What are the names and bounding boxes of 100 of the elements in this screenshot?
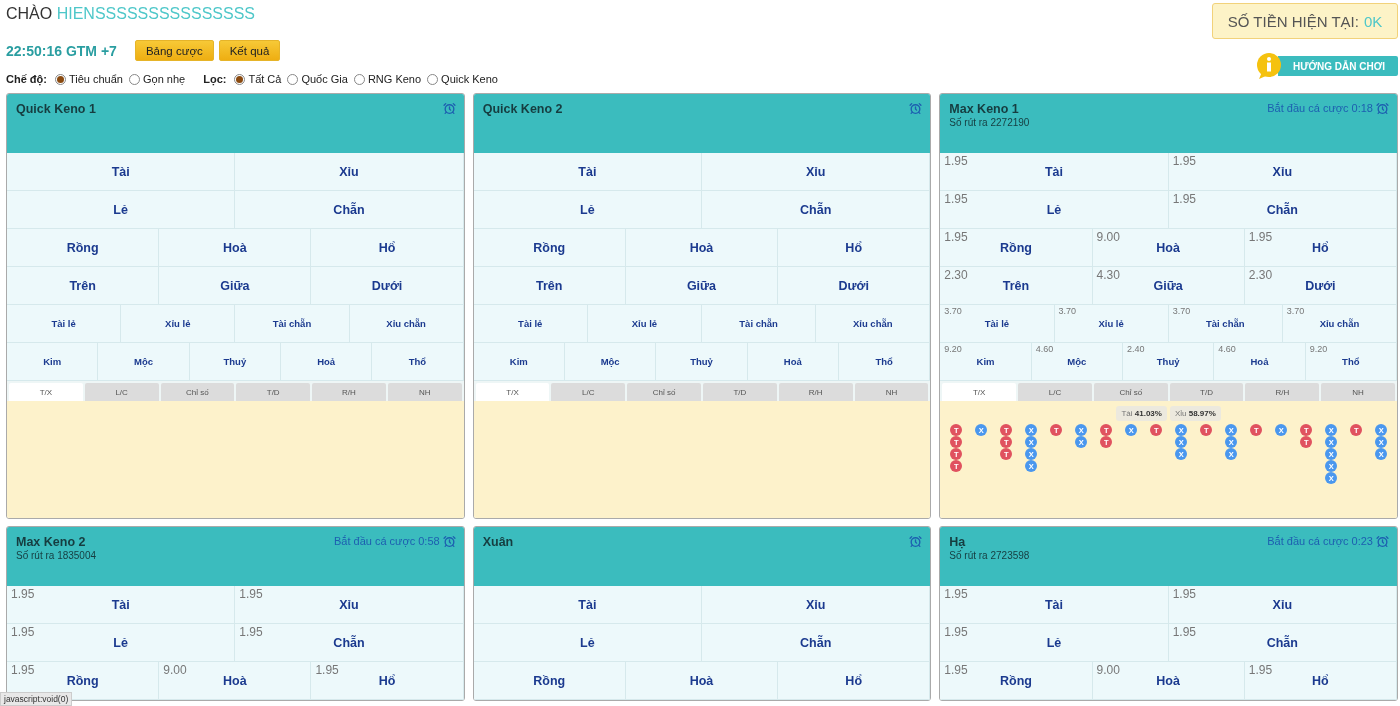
- bet-option[interactable]: 3.70 Xỉu chẵn: [1282, 305, 1397, 343]
- bet-option[interactable]: 1.95 Lẻ: [940, 624, 1169, 662]
- history-tab[interactable]: NH: [1321, 383, 1395, 401]
- bet-option[interactable]: 3.70 Tài chẵn: [1168, 305, 1283, 343]
- history-tab[interactable]: NH: [387, 383, 462, 401]
- bet-option[interactable]: 9.00 Hoà: [1092, 662, 1245, 700]
- history-tab[interactable]: Chỉ số: [627, 383, 701, 401]
- bet-option[interactable]: Kim: [7, 343, 99, 381]
- bet-option[interactable]: Hoà: [159, 229, 312, 267]
- bet-option[interactable]: Hoả: [281, 343, 373, 381]
- bet-option[interactable]: 1.95 Rồng: [940, 229, 1093, 267]
- radio-label[interactable]: Quốc Gia: [301, 73, 348, 85]
- bet-option[interactable]: Thuỷ: [656, 343, 748, 381]
- bet-option[interactable]: Chẵn: [702, 624, 931, 662]
- bet-option[interactable]: Kim: [473, 343, 565, 381]
- nav-button[interactable]: Bảng cược: [134, 40, 214, 61]
- bet-option[interactable]: Hổ: [778, 229, 931, 267]
- history-tab[interactable]: R/H: [312, 383, 386, 401]
- bet-option[interactable]: 3.70 Tài lẻ: [940, 305, 1055, 343]
- bet-option[interactable]: Hoà: [625, 662, 779, 700]
- bet-option[interactable]: 9.20 Kim: [940, 343, 1032, 381]
- bet-option[interactable]: Dưới: [778, 267, 931, 305]
- bet-option[interactable]: 4.60 Hoả: [1214, 343, 1306, 381]
- bet-option[interactable]: 1.95 Lẻ: [940, 191, 1169, 229]
- bet-option[interactable]: 1.95 Lẻ: [7, 624, 236, 662]
- radio-label[interactable]: Tất Cả: [248, 73, 282, 85]
- bet-option[interactable]: Xỉu chẵn: [816, 305, 931, 343]
- history-tab[interactable]: L/C: [551, 383, 626, 401]
- bet-option[interactable]: Xỉu chẵn: [349, 305, 464, 343]
- bet-option[interactable]: Tài chẵn: [235, 305, 350, 343]
- bet-option[interactable]: Trên: [473, 267, 626, 305]
- bet-option[interactable]: 2.40 Thuỷ: [1123, 343, 1215, 381]
- bet-option[interactable]: 1.95 Chẵn: [235, 624, 464, 662]
- radio-label[interactable]: Tiêu chuẩn: [68, 73, 123, 85]
- bet-option[interactable]: Giữa: [625, 267, 779, 305]
- radio-button[interactable]: [54, 73, 66, 85]
- bet-option[interactable]: 9.00 Hoà: [1092, 229, 1245, 267]
- bet-option[interactable]: Chẵn: [235, 191, 464, 229]
- bet-option[interactable]: 4.60 Mộc: [1031, 343, 1123, 381]
- history-tab[interactable]: T/D: [703, 383, 777, 401]
- bet-option[interactable]: Mộc: [98, 343, 190, 381]
- history-tab[interactable]: Chỉ số: [1093, 383, 1168, 401]
- bet-option[interactable]: Lẻ: [473, 624, 702, 662]
- bet-option[interactable]: Giữa: [159, 267, 312, 305]
- bet-option[interactable]: 1.95 Chẵn: [1168, 624, 1397, 662]
- radio-button[interactable]: [427, 73, 439, 85]
- radio-label[interactable]: Gọn nhẹ: [143, 73, 186, 85]
- radio-button[interactable]: [287, 73, 299, 85]
- bet-option[interactable]: Rồng: [7, 229, 160, 267]
- bet-option[interactable]: Tài: [473, 586, 702, 624]
- radio-label[interactable]: RNG Keno: [367, 73, 422, 85]
- bet-option[interactable]: Tài lẻ: [473, 305, 588, 343]
- bet-option[interactable]: Thổ: [372, 343, 464, 381]
- radio-button[interactable]: [234, 73, 246, 85]
- bet-option[interactable]: 1.95 Rồng: [940, 662, 1093, 700]
- bet-option[interactable]: Dưới: [311, 267, 464, 305]
- bet-option[interactable]: Rồng: [473, 662, 626, 700]
- history-tab[interactable]: R/H: [1245, 383, 1320, 401]
- bet-option[interactable]: Xỉu lẻ: [587, 305, 702, 343]
- bet-option[interactable]: 9.00 Hoà: [159, 662, 312, 700]
- bet-option[interactable]: 1.95 Tài: [7, 586, 236, 624]
- radio-label[interactable]: Quick Keno: [441, 73, 498, 85]
- history-tab[interactable]: T/X: [942, 383, 1017, 401]
- bet-option[interactable]: Rồng: [473, 229, 626, 267]
- bet-option[interactable]: Tài chẵn: [702, 305, 817, 343]
- history-tab[interactable]: T/D: [1169, 383, 1244, 401]
- bet-option[interactable]: 1.95 Hổ: [311, 662, 464, 700]
- history-tab[interactable]: Chỉ số: [160, 383, 235, 401]
- bet-option[interactable]: 1.95 Hổ: [1244, 662, 1397, 700]
- bet-option[interactable]: 9.20 Thổ: [1305, 343, 1397, 381]
- bet-option[interactable]: Lẻ: [7, 191, 236, 229]
- bet-option[interactable]: Xỉu: [235, 153, 464, 191]
- bet-option[interactable]: Lẻ: [473, 191, 702, 229]
- bet-option[interactable]: 2.30 Trên: [940, 267, 1093, 305]
- bet-option[interactable]: Mộc: [565, 343, 657, 381]
- bet-option[interactable]: 3.70 Xỉu lẻ: [1054, 305, 1169, 343]
- history-tab[interactable]: L/C: [84, 383, 159, 401]
- bet-option[interactable]: Thổ: [838, 343, 931, 381]
- bet-option[interactable]: 1.95 Xỉu: [1168, 586, 1397, 624]
- bet-option[interactable]: Xỉu: [702, 586, 931, 624]
- bet-option[interactable]: Tài: [7, 153, 236, 191]
- bet-option[interactable]: Tài lẻ: [7, 305, 122, 343]
- history-tab[interactable]: L/C: [1018, 383, 1092, 401]
- history-tab[interactable]: R/H: [778, 383, 853, 401]
- bet-option[interactable]: Chẵn: [702, 191, 931, 229]
- bet-option[interactable]: Xỉu: [702, 153, 931, 191]
- bet-option[interactable]: Hoà: [625, 229, 779, 267]
- radio-button[interactable]: [129, 73, 140, 85]
- bet-option[interactable]: 1.95 Xỉu: [235, 586, 464, 624]
- bet-option[interactable]: 4.30 Giữa: [1092, 267, 1245, 305]
- bet-option[interactable]: Xỉu lẻ: [121, 305, 236, 343]
- bet-option[interactable]: Tài: [473, 153, 702, 191]
- bet-option[interactable]: 2.30 Dưới: [1244, 267, 1397, 305]
- history-tab[interactable]: T/X: [9, 383, 83, 401]
- history-tab[interactable]: T/X: [475, 383, 550, 401]
- radio-button[interactable]: [353, 73, 365, 85]
- bet-option[interactable]: 1.95 Hổ: [1244, 229, 1397, 267]
- bet-option[interactable]: Hổ: [311, 229, 464, 267]
- bet-option[interactable]: 1.95 Xỉu: [1168, 153, 1397, 191]
- history-tab[interactable]: NH: [854, 383, 929, 401]
